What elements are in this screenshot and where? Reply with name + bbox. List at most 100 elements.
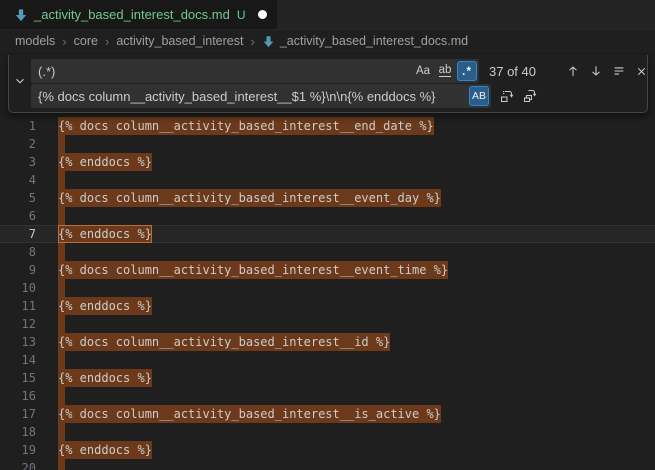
code-line[interactable]: 17 {% docs column__activity_based_interes… [0, 405, 655, 423]
preserve-case-icon: AB [472, 90, 486, 102]
line-number: 15 [0, 369, 36, 387]
code-lines: 1 {% docs column__activity_based_interest… [0, 117, 655, 470]
preserve-case-button[interactable]: AB [469, 86, 489, 106]
code-line[interactable]: 19 {% enddocs %} [0, 441, 655, 459]
next-match-button[interactable] [586, 61, 605, 81]
breadcrumb: models › core › activity_based_interest › _ac… [0, 30, 655, 52]
line-number: 8 [0, 243, 36, 261]
line-number: 1 [0, 117, 36, 135]
code-line[interactable]: 3 {% enddocs %} [0, 153, 655, 171]
code-line[interactable]: 2 [0, 135, 655, 153]
code-line[interactable]: 6 [0, 207, 655, 225]
find-match-current: {% enddocs %} [58, 225, 152, 243]
previous-match-button[interactable] [563, 61, 582, 81]
markdown-file-icon [13, 7, 28, 22]
line-number: 9 [0, 261, 36, 279]
line-number: 18 [0, 423, 36, 441]
unsaved-dot-icon[interactable] [258, 10, 267, 19]
find-match [58, 315, 65, 333]
match-count: 37 of 40 [489, 64, 559, 79]
code-line[interactable]: 14 [0, 351, 655, 369]
arrow-up-icon [566, 64, 580, 78]
whole-word-icon: ab [439, 65, 452, 77]
find-match: {% enddocs %} [58, 297, 152, 315]
line-number: 2 [0, 135, 36, 153]
find-match [58, 207, 65, 225]
tab-filename: _activity_based_interest_docs.md [34, 7, 230, 22]
breadcrumb-item[interactable]: models [15, 34, 55, 48]
line-number: 11 [0, 297, 36, 315]
find-value: (.*) [38, 64, 411, 79]
code-line[interactable]: 5 {% docs column__activity_based_interest… [0, 189, 655, 207]
line-number: 14 [0, 351, 36, 369]
breadcrumb-item[interactable]: activity_based_interest [116, 34, 243, 48]
find-match: {% docs column__activity_based_interest_… [58, 117, 434, 135]
line-number: 20 [0, 459, 36, 470]
code-line[interactable]: 7 {% enddocs %} [0, 225, 655, 243]
match-case-icon: Aa [416, 65, 430, 77]
arrow-down-icon [589, 64, 603, 78]
code-line[interactable]: 18 [0, 423, 655, 441]
code-line[interactable]: 9 {% docs column__activity_based_interest… [0, 261, 655, 279]
code-line[interactable]: 20 [0, 459, 655, 470]
code-line[interactable]: 12 [0, 315, 655, 333]
find-match: {% docs column__activity_based_interest_… [58, 261, 448, 279]
breadcrumb-markdown-icon [262, 35, 275, 48]
tab-activity-docs[interactable]: _activity_based_interest_docs.md U [0, 0, 277, 29]
line-number: 13 [0, 333, 36, 351]
find-match [58, 171, 65, 189]
line-number: 3 [0, 153, 36, 171]
find-widget: (.*) Aa ab .* 37 of 40 [8, 55, 648, 113]
find-match: {% enddocs %} [58, 153, 152, 171]
find-match: {% docs column__activity_based_interest_… [58, 189, 441, 207]
line-number: 16 [0, 387, 36, 405]
find-match [58, 459, 65, 470]
code-line[interactable]: 8 [0, 243, 655, 261]
find-match [58, 387, 65, 405]
code-line[interactable]: 16 [0, 387, 655, 405]
editor[interactable]: 1{% docs column__activity_based_interest… [0, 52, 655, 470]
replace-all-button[interactable] [520, 86, 539, 106]
code-line[interactable]: 10 [0, 279, 655, 297]
replace-value: {% docs column__activity_based_interest_… [38, 89, 467, 104]
breadcrumb-file[interactable]: _activity_based_interest_docs.md [280, 34, 468, 48]
close-icon [635, 65, 648, 78]
line-number: 5 [0, 189, 36, 207]
find-input[interactable]: (.*) Aa ab .* [31, 59, 479, 83]
toggle-replace-button[interactable] [9, 55, 31, 112]
find-match: {% enddocs %} [58, 441, 152, 459]
find-match: {% enddocs %} [58, 369, 152, 387]
replace-icon [499, 88, 515, 104]
replace-input[interactable]: {% docs column__activity_based_interest_… [31, 84, 491, 108]
match-case-button[interactable]: Aa [413, 61, 433, 81]
code-line[interactable]: 15 {% enddocs %} [0, 369, 655, 387]
breadcrumb-items: models › core › activity_based_interest › [15, 34, 262, 49]
code-line[interactable]: 4 [0, 171, 655, 189]
code-line[interactable]: 1 {% docs column__activity_based_interest… [0, 117, 655, 135]
code-line[interactable]: 11 {% enddocs %} [0, 297, 655, 315]
close-find-button[interactable] [632, 61, 651, 81]
line-number: 10 [0, 279, 36, 297]
find-match: {% docs column__activity_based_interest_… [58, 333, 390, 351]
line-number: 7 [0, 225, 36, 243]
breadcrumb-item[interactable]: core [74, 34, 98, 48]
line-number: 12 [0, 315, 36, 333]
breadcrumb-separator-icon: › [105, 34, 109, 49]
code-line[interactable]: 13 {% docs column__activity_based_interes… [0, 333, 655, 351]
find-match: {% docs column__activity_based_interest_… [58, 405, 441, 423]
find-in-selection-button[interactable] [609, 61, 628, 81]
find-in-selection-icon [612, 64, 626, 78]
tab-bar: _activity_based_interest_docs.md U [0, 0, 655, 30]
replace-one-button[interactable] [497, 86, 516, 106]
regex-button[interactable]: .* [457, 61, 477, 81]
line-number: 4 [0, 171, 36, 189]
replace-all-icon [522, 88, 538, 104]
breadcrumb-separator-icon: › [250, 34, 254, 49]
git-status-badge: U [237, 8, 246, 22]
line-number: 6 [0, 207, 36, 225]
breadcrumb-separator-icon: › [62, 34, 66, 49]
line-number: 17 [0, 405, 36, 423]
line-number: 19 [0, 441, 36, 459]
whole-word-button[interactable]: ab [435, 61, 455, 81]
find-match [58, 351, 65, 369]
